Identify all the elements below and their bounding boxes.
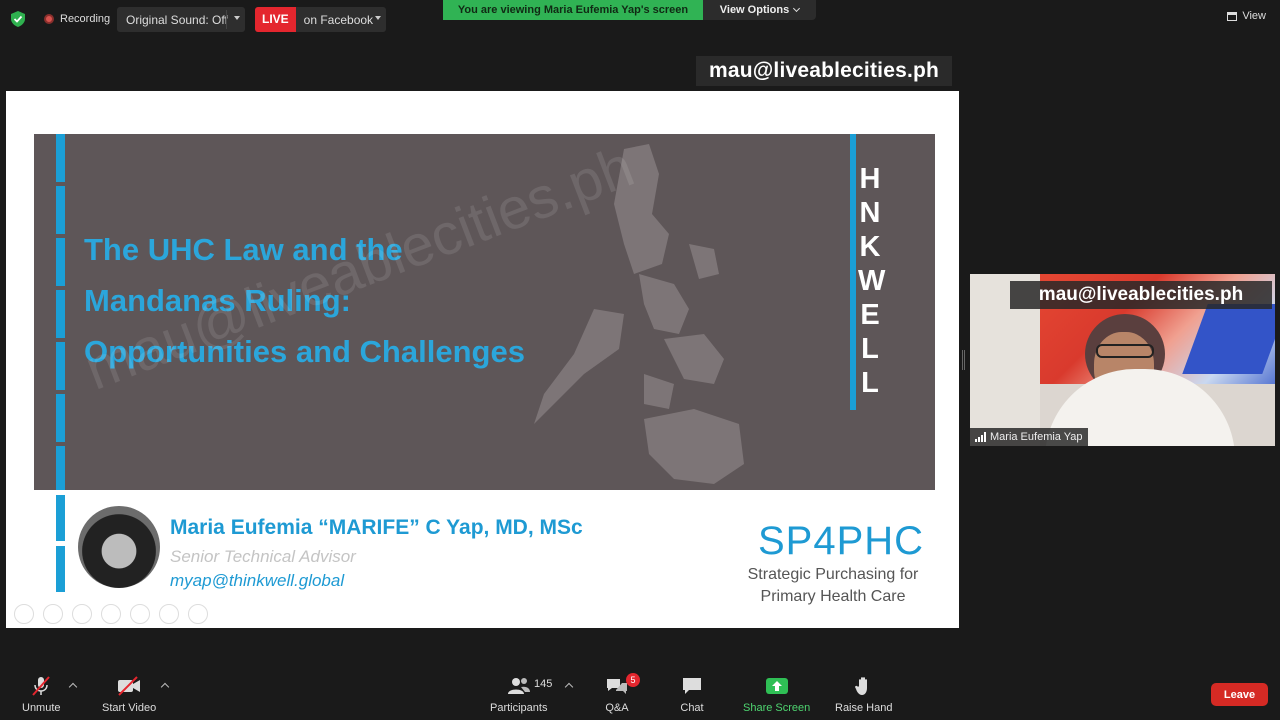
presenter-photo <box>78 506 160 588</box>
video-off-icon <box>118 676 141 696</box>
live-target-label: on Facebook <box>303 12 374 27</box>
slide-title-line-2: Mandanas Ruling: <box>84 283 351 318</box>
video-watermark: mau@liveablecities.ph <box>1010 281 1272 309</box>
blue-accent-bar-lower <box>56 495 65 593</box>
recording-label: Recording <box>60 13 111 25</box>
meeting-controls-toolbar <box>0 664 1280 720</box>
slide-controls <box>14 604 208 624</box>
original-sound-toggle[interactable]: Original Sound: Off <box>117 7 245 32</box>
blue-accent-bar <box>56 134 65 490</box>
caret-down-icon[interactable] <box>234 16 240 20</box>
unmute-button[interactable]: Unmute <box>22 676 61 714</box>
chat-label: Chat <box>680 702 704 714</box>
thinkwell-letter: L <box>861 333 879 365</box>
presenter-role: Senior Technical Advisor <box>170 547 356 566</box>
share-screen-button[interactable]: Share Screen <box>743 676 810 714</box>
view-options-button[interactable]: View Options <box>703 0 816 20</box>
raise-hand-button[interactable]: Raise Hand <box>835 676 892 714</box>
recording-dot-icon <box>44 14 54 24</box>
raise-hand-icon <box>854 677 867 695</box>
previous-slide-icon[interactable] <box>14 604 34 624</box>
presenter-email: myap@thinkwell.global <box>170 571 345 590</box>
chat-icon <box>683 678 701 694</box>
thinkwell-letter: K <box>859 231 881 263</box>
slide-title-line-1: The UHC Law and the <box>84 232 403 267</box>
resize-handle[interactable] <box>962 350 965 370</box>
participant-count: 145 <box>534 678 553 690</box>
watermark-overlay: mau@liveablecities.ph <box>696 56 952 86</box>
grid-view-icon <box>1227 11 1238 21</box>
start-video-button[interactable]: Start Video <box>102 676 156 714</box>
muted-microphone-icon <box>32 676 51 696</box>
shield-check-icon[interactable] <box>11 11 25 27</box>
slides-overview-icon[interactable] <box>101 604 121 624</box>
shared-screen-slide: The UHC Law and the Mandanas Ruling: Opp… <box>6 91 959 628</box>
original-sound-label: Original Sound: Off <box>126 12 228 27</box>
slide-title-banner: The UHC Law and the Mandanas Ruling: Opp… <box>34 134 935 490</box>
signal-strength-icon <box>975 432 986 442</box>
next-slide-icon[interactable] <box>43 604 63 624</box>
participant-name: Maria Eufemia Yap <box>990 431 1083 443</box>
live-stream-button[interactable]: LIVE on Facebook <box>255 7 386 32</box>
chat-button[interactable]: Chat <box>680 676 704 714</box>
qa-label: Q&A <box>605 702 629 714</box>
qa-badge: 5 <box>626 673 640 687</box>
raise-hand-label: Raise Hand <box>835 702 893 714</box>
share-screen-icon <box>765 678 788 694</box>
viewing-screen-banner: You are viewing Maria Eufemia Yap's scre… <box>443 0 703 20</box>
thinkwell-letter: W <box>858 265 886 297</box>
pen-icon[interactable] <box>72 604 92 624</box>
thinkwell-bar <box>850 134 856 410</box>
thinkwell-letters: H N K W E L L <box>858 162 886 400</box>
more-options-icon[interactable] <box>188 604 208 624</box>
sp4phc-subtitle: Strategic Purchasing for Primary Health … <box>733 564 933 608</box>
caret-down-icon[interactable] <box>375 16 381 20</box>
recording-indicator[interactable]: Recording <box>40 8 114 30</box>
chevron-down-icon <box>793 4 801 13</box>
thinkwell-letter: N <box>859 197 881 229</box>
meeting-top-bar: Recording Original Sound: Off LIVE on Fa… <box>0 0 1280 38</box>
share-screen-label: Share Screen <box>743 702 811 714</box>
start-video-label: Start Video <box>102 702 157 714</box>
unmute-label: Unmute <box>22 702 61 714</box>
participants-icon <box>507 678 530 694</box>
thinkwell-logo: H N K W E L L <box>844 134 886 410</box>
sp4phc-logo: SP4PHC <box>758 519 925 563</box>
participant-name-tag: Maria Eufemia Yap <box>970 428 1088 446</box>
presenter-name: Maria Eufemia “MARIFE” C Yap, MD, MSc <box>170 516 583 539</box>
divider <box>226 10 227 29</box>
zoom-icon[interactable] <box>130 604 150 624</box>
slide-title: The UHC Law and the Mandanas Ruling: Opp… <box>84 224 525 377</box>
leave-button[interactable]: Leave <box>1211 683 1268 706</box>
participant-video-tile[interactable]: mau@liveablecities.ph Maria Eufemia Yap <box>970 274 1275 446</box>
view-label: View <box>1242 10 1266 22</box>
sp4phc-subtitle-line-2: Primary Health Care <box>760 588 906 605</box>
view-button[interactable]: View <box>1227 10 1266 22</box>
thinkwell-letter: E <box>860 299 880 331</box>
thinkwell-letter: H <box>859 163 881 195</box>
sp4phc-subtitle-line-1: Strategic Purchasing for <box>747 566 919 583</box>
live-tag: LIVE <box>255 7 296 32</box>
view-options-label: View Options <box>719 4 790 16</box>
participants-label: Participants <box>490 702 548 714</box>
participant-glasses <box>1096 344 1154 358</box>
thinkwell-letter: L <box>861 367 879 399</box>
slide-title-line-3: Opportunities and Challenges <box>84 334 525 369</box>
subtitles-icon[interactable] <box>159 604 179 624</box>
